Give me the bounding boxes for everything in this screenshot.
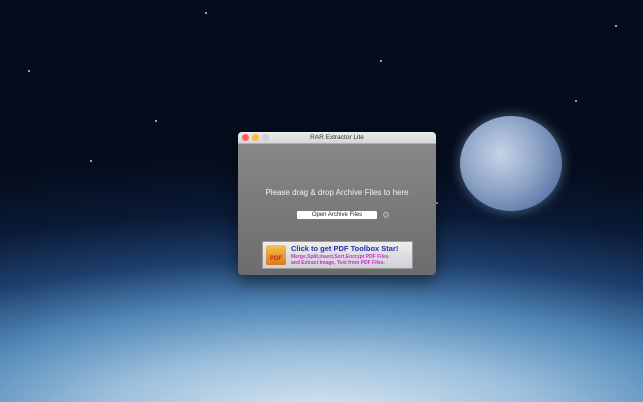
open-archive-files-button[interactable]: Open Archive Files: [297, 211, 377, 219]
minimize-button[interactable]: [252, 134, 259, 141]
moon: [460, 116, 562, 211]
pdf-toolbox-ad-banner[interactable]: PDF Click to get PDF Toolbox Star! Merge…: [262, 241, 413, 269]
pdf-icon: PDF: [266, 245, 286, 265]
banner-line-2: and Extract Image, Text from PDF Files.: [291, 260, 385, 266]
app-window: RAR Extractor Lite Please drag & drop Ar…: [238, 132, 436, 275]
close-button[interactable]: [242, 134, 249, 141]
zoom-button[interactable]: [262, 134, 269, 141]
banner-description: Merge,Split,Insert,Sort,Encrypt PDF File…: [291, 254, 389, 266]
banner-headline: Click to get PDF Toolbox Star!: [291, 244, 399, 253]
gear-icon[interactable]: ⚙: [382, 210, 390, 220]
drop-hint: Please drag & drop Archive Files to here: [265, 188, 409, 197]
title-bar[interactable]: RAR Extractor Lite: [238, 132, 436, 144]
